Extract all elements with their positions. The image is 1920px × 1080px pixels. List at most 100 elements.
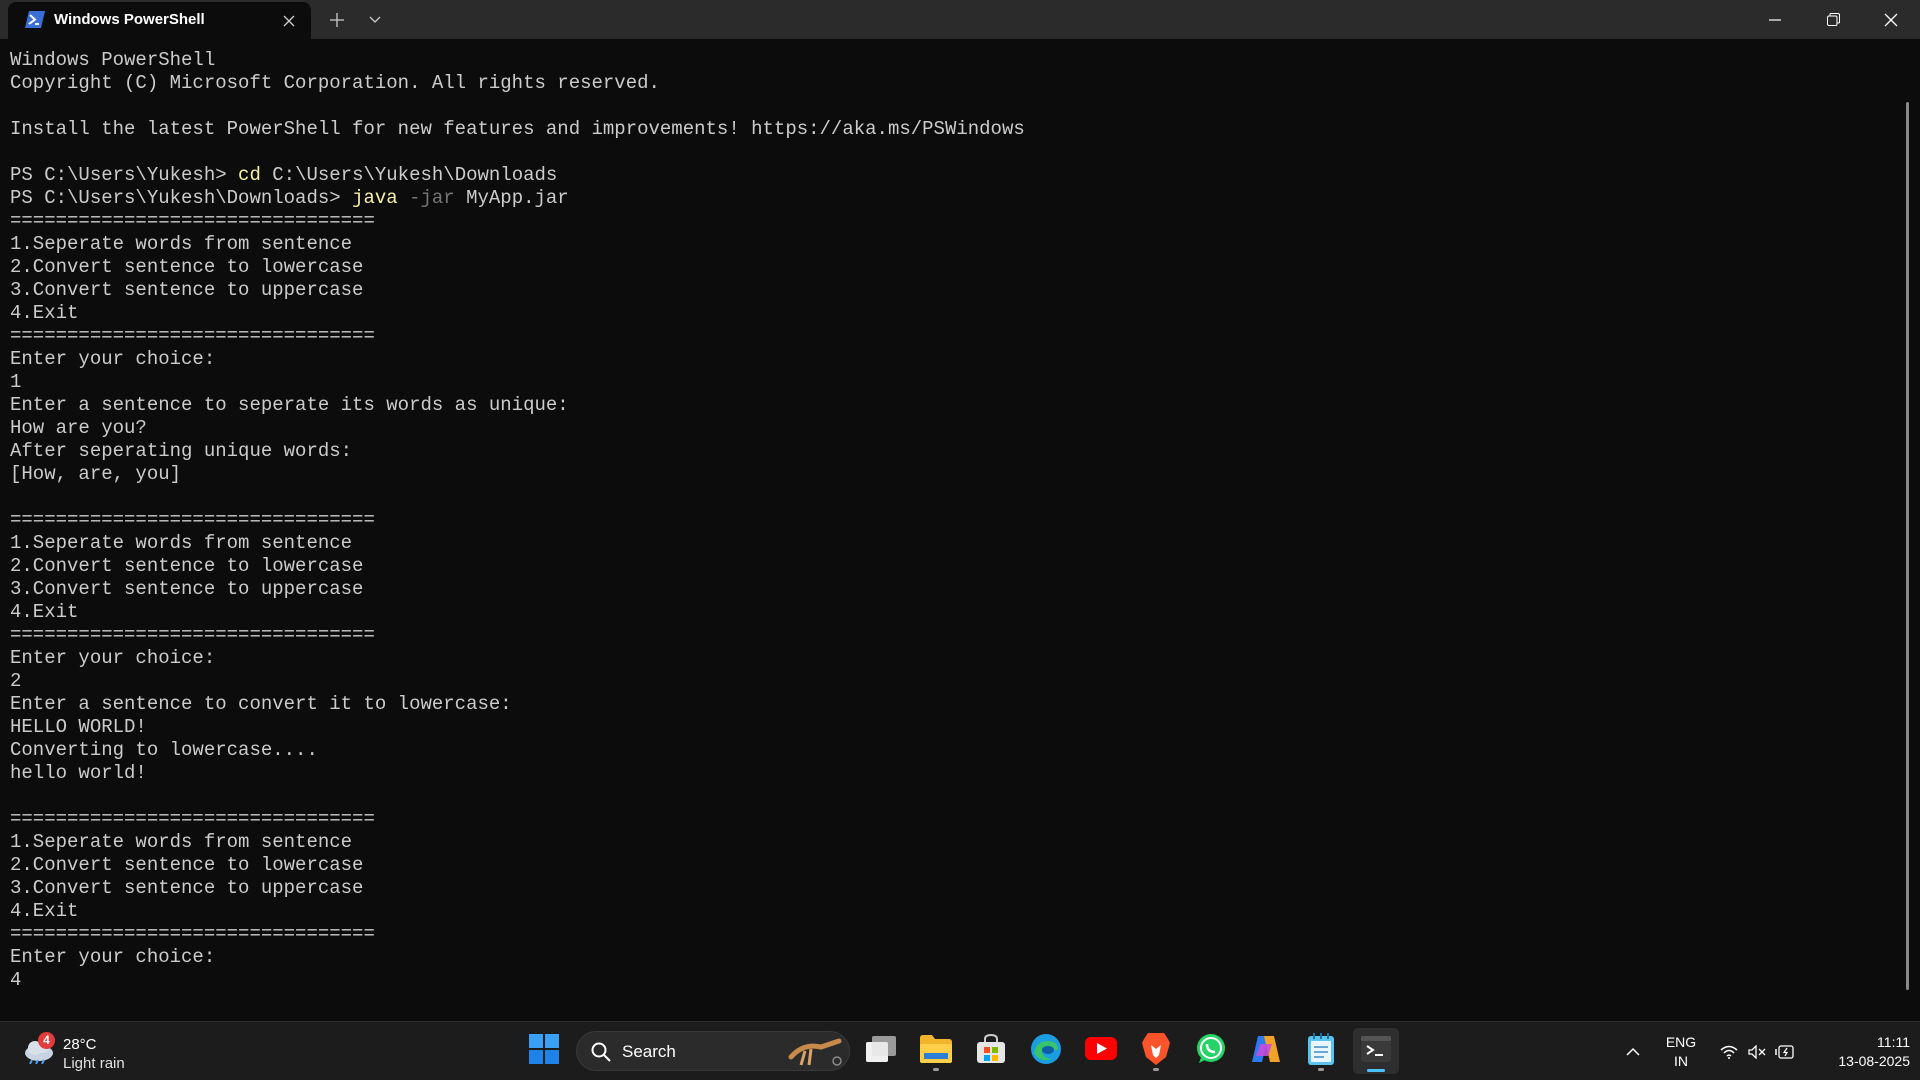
console-line: Converting to lowercase.... bbox=[10, 739, 1025, 762]
restore-icon[interactable] bbox=[1804, 0, 1862, 39]
console-line: Enter a sentence to convert it to lowerc… bbox=[10, 693, 1025, 716]
output-text: ================================ bbox=[10, 210, 375, 232]
task-view-button[interactable] bbox=[858, 1028, 904, 1074]
file-explorer-button[interactable] bbox=[913, 1028, 959, 1074]
search-highlight-illustration-icon bbox=[787, 1035, 845, 1069]
output-text: 2.Convert sentence to lowercase bbox=[10, 854, 364, 876]
close-tab-icon[interactable] bbox=[278, 10, 300, 32]
console-line: 2.Convert sentence to lowercase bbox=[10, 256, 1025, 279]
console-line: Enter a sentence to seperate its words a… bbox=[10, 394, 1025, 417]
output-text: ================================ bbox=[10, 923, 375, 945]
whatsapp-icon bbox=[1195, 1033, 1227, 1070]
console-line: 2.Convert sentence to lowercase bbox=[10, 555, 1025, 578]
console-line: ================================ bbox=[10, 624, 1025, 647]
console-line: 3.Convert sentence to uppercase bbox=[10, 578, 1025, 601]
notepad-button[interactable] bbox=[1298, 1028, 1344, 1074]
output-text: Enter your choice: bbox=[10, 946, 216, 968]
output-text: 4 bbox=[10, 969, 22, 991]
output-text: 3.Convert sentence to uppercase bbox=[10, 877, 364, 899]
output-text: 2.Convert sentence to lowercase bbox=[10, 555, 364, 577]
output-text: Copyright (C) Microsoft Corporation. All… bbox=[10, 72, 660, 94]
output-text: 2.Convert sentence to lowercase bbox=[10, 256, 364, 278]
microsoft-store-button[interactable] bbox=[968, 1028, 1014, 1074]
output-text: Enter a sentence to seperate its words a… bbox=[10, 394, 569, 416]
output-text: 2 bbox=[10, 670, 22, 692]
tab-title: Windows PowerShell bbox=[54, 11, 205, 28]
new-tab-plus-icon[interactable] bbox=[324, 7, 350, 33]
output-text: Enter your choice: bbox=[10, 348, 216, 370]
console-line: 4.Exit bbox=[10, 302, 1025, 325]
prompt-text: PS C:\Users\Yukesh\Downloads> bbox=[10, 187, 353, 209]
output-text: 1.Seperate words from sentence bbox=[10, 233, 353, 255]
output-text: How are you? bbox=[10, 417, 147, 439]
running-indicator bbox=[1318, 1068, 1324, 1071]
output-text: 1 bbox=[10, 371, 22, 393]
search-label: Search bbox=[622, 1042, 676, 1061]
console-line: 4.Exit bbox=[10, 601, 1025, 624]
input-language-indicator[interactable]: ENG IN bbox=[1658, 1033, 1704, 1071]
output-text: ================================ bbox=[10, 509, 375, 531]
search-icon bbox=[591, 1042, 611, 1062]
tab-menu-chevron-down-icon[interactable] bbox=[362, 7, 388, 33]
youtube-button[interactable] bbox=[1078, 1028, 1124, 1074]
console-line: HELLO WORLD! bbox=[10, 716, 1025, 739]
prompt-text: PS C:\Users\Yukesh> bbox=[10, 164, 239, 186]
console-line: ================================ bbox=[10, 923, 1025, 946]
weather-widget[interactable]: 4 28°C Light rain bbox=[20, 1028, 160, 1074]
close-window-icon[interactable] bbox=[1862, 0, 1920, 39]
output-text: [How, are, you] bbox=[10, 463, 182, 485]
output-text: 4.Exit bbox=[10, 900, 79, 922]
console-line: [How, are, you] bbox=[10, 463, 1025, 486]
brave-button[interactable] bbox=[1133, 1028, 1179, 1074]
console-line: ================================ bbox=[10, 509, 1025, 532]
youtube-icon bbox=[1085, 1037, 1117, 1065]
output-text: 4.Exit bbox=[10, 601, 79, 623]
command-name: cd bbox=[238, 164, 261, 186]
output-text: Enter your choice: bbox=[10, 647, 216, 669]
console-text: Windows PowerShell Copyright (C) Microsof… bbox=[10, 49, 1025, 992]
console-line: 1.Seperate words from sentence bbox=[10, 532, 1025, 555]
output-text: HELLO WORLD! bbox=[10, 716, 147, 738]
active-indicator bbox=[1367, 1069, 1385, 1072]
terminal-button[interactable] bbox=[1353, 1028, 1399, 1074]
taskbar-search-box[interactable]: Search bbox=[576, 1031, 850, 1071]
output-text: After seperating unique words: bbox=[10, 440, 353, 462]
console-line: ================================ bbox=[10, 808, 1025, 831]
terminal-output-area[interactable]: Windows PowerShell Copyright (C) Microsof… bbox=[0, 39, 1912, 1021]
copilot-button[interactable] bbox=[1243, 1028, 1289, 1074]
running-indicator bbox=[1153, 1068, 1159, 1071]
console-line: ================================ bbox=[10, 210, 1025, 233]
whatsapp-button[interactable] bbox=[1188, 1028, 1234, 1074]
edge-button[interactable] bbox=[1023, 1028, 1069, 1074]
tab-windows-powershell[interactable]: Windows PowerShell bbox=[8, 2, 311, 39]
console-line: Enter your choice: bbox=[10, 647, 1025, 670]
weather-badge: 4 bbox=[38, 1032, 55, 1049]
console-line: 3.Convert sentence to uppercase bbox=[10, 279, 1025, 302]
show-hidden-icons-chevron-up-icon[interactable] bbox=[1616, 1022, 1650, 1080]
output-text: Windows PowerShell bbox=[10, 49, 216, 71]
system-clock[interactable]: 11:11 13-08-2025 bbox=[1810, 1033, 1910, 1071]
console-line: Windows PowerShell bbox=[10, 49, 1025, 72]
console-line: 1 bbox=[10, 371, 1025, 394]
notepad-icon bbox=[1308, 1032, 1334, 1070]
region-code: IN bbox=[1674, 1053, 1688, 1069]
console-line: Copyright (C) Microsoft Corporation. All… bbox=[10, 72, 1025, 95]
console-line: How are you? bbox=[10, 417, 1025, 440]
title-bar: Windows PowerShell bbox=[0, 0, 1920, 39]
start-button[interactable] bbox=[521, 1028, 567, 1074]
output-text: 3.Convert sentence to uppercase bbox=[10, 279, 364, 301]
store-icon bbox=[976, 1033, 1006, 1069]
clock-time: 11:11 bbox=[1877, 1034, 1910, 1050]
battery-icon[interactable] bbox=[1768, 1022, 1802, 1080]
console-line: 4 bbox=[10, 969, 1025, 992]
output-text: ================================ bbox=[10, 808, 375, 830]
weather-description: Light rain bbox=[63, 1055, 125, 1072]
scrollbar[interactable] bbox=[1906, 102, 1909, 990]
minimize-icon[interactable] bbox=[1746, 0, 1804, 39]
powershell-icon bbox=[25, 11, 45, 28]
command-arguments: C:\Users\Yukesh\Downloads bbox=[260, 164, 558, 186]
windows-start-icon bbox=[529, 1033, 559, 1069]
console-line: hello world! bbox=[10, 762, 1025, 785]
output-text: ================================ bbox=[10, 624, 375, 646]
